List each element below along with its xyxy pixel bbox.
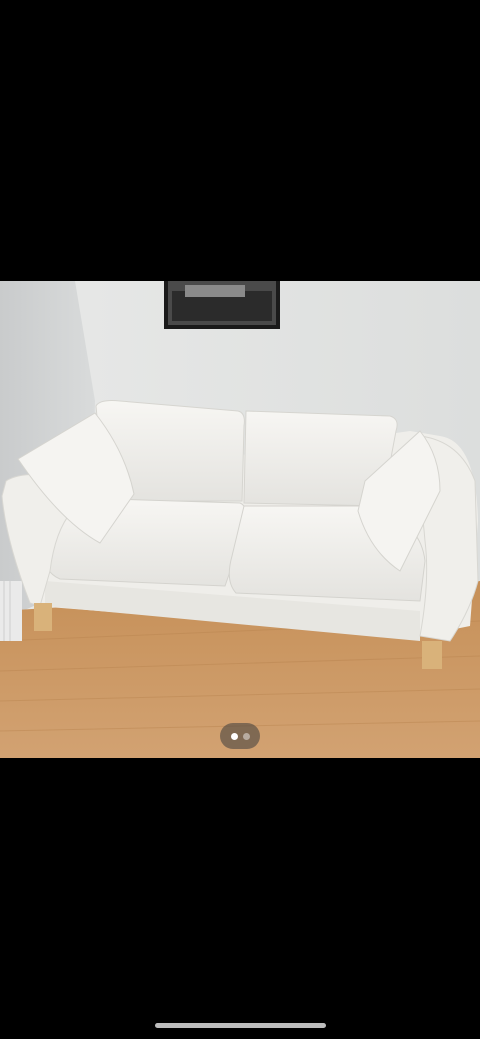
pagination-dot-1[interactable]: [230, 732, 238, 740]
listing-photo[interactable]: [0, 281, 480, 758]
home-indicator[interactable]: [155, 1023, 326, 1028]
image-pagination-indicator[interactable]: [220, 723, 260, 749]
sofa-photo-image: [0, 281, 480, 758]
pagination-dot-2[interactable]: [242, 732, 250, 740]
